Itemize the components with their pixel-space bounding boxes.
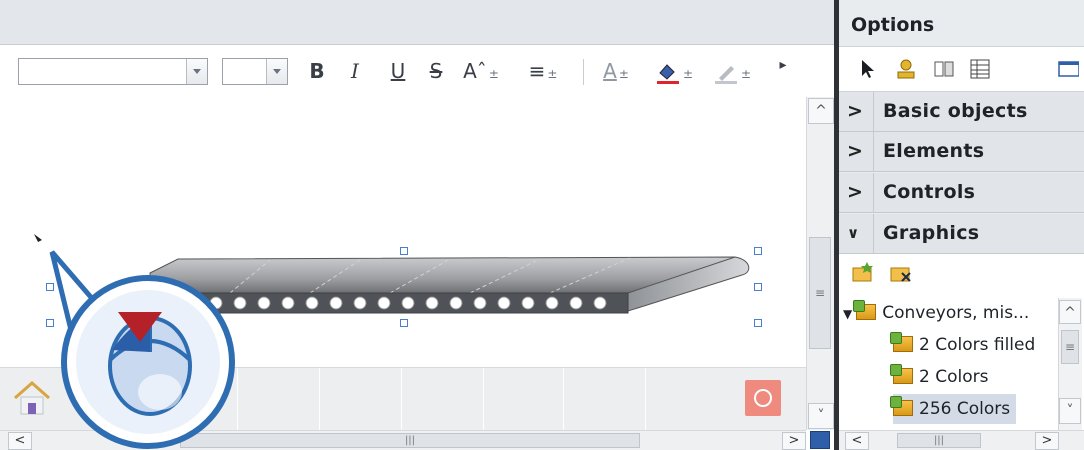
tree-item-label: 256 Colors [919,399,1011,419]
plus-minus-icon: ± [488,67,499,81]
text-color-icon: A [603,59,617,83]
editor-header-strip [0,0,836,45]
toolbar-divider [583,59,584,85]
options-toolbar [839,46,1084,92]
chevron-down-icon[interactable] [266,59,287,84]
folder-icon [890,396,913,416]
library-horizontal-scrollbar[interactable]: < ||| > [839,430,1084,450]
font-family-dropdown[interactable] [18,58,208,85]
tree-item-selected[interactable]: 256 Colors [890,394,1017,424]
toolbar-overflow-button[interactable]: ▸ [775,51,791,79]
pointer-icon[interactable] [857,58,879,80]
resize-handle-bottom[interactable] [400,319,408,327]
resize-handle-top[interactable] [400,247,408,255]
library-icon[interactable] [933,58,955,80]
options-title: Options [851,14,935,36]
screen-nav-bar [0,367,806,430]
section-controls[interactable]: > Controls [839,173,1084,213]
tree-item[interactable]: 2 Colors filled [890,330,1036,360]
scroll-left-button[interactable]: < [8,432,32,450]
chevron-down-icon: ∨ [847,224,860,242]
table-icon[interactable] [969,58,991,80]
section-label: Graphics [883,222,980,244]
folder-icon [853,300,877,320]
align-icon: ≡ [528,59,546,83]
format-toolbar: B I U S Aˆ ± ≡ ± A ± ± ± ▸ [0,45,836,97]
align-button[interactable]: ≡ ± [516,57,570,85]
caret-down-icon[interactable]: ▼ [843,307,852,321]
zoom-navigator-icon[interactable] [810,431,830,449]
section-elements[interactable]: > Elements [839,132,1084,172]
remove-folder-icon[interactable] [889,260,913,284]
section-label: Controls [883,181,976,203]
font-size-grow-button[interactable]: Aˆ ± [458,57,504,85]
tree-item-label: 2 Colors [919,367,989,387]
fill-color-button[interactable]: ± [648,57,700,85]
graphics-library: ▼ Conveyors, mis... 2 Colors filled 2 Col… [839,254,1084,430]
chevron-right-icon: > [847,100,863,122]
editor-area: B I U S Aˆ ± ≡ ± A ± ± ± ▸ ^ ≡ ˅ < ||| > [0,0,836,450]
plus-minus-icon: ± [547,67,558,81]
line-color-button[interactable]: ± [706,57,758,85]
font-size-dropdown[interactable] [222,58,288,85]
plus-minus-icon: ± [682,67,694,81]
plus-minus-icon: ± [618,67,629,81]
window-icon[interactable] [1057,58,1079,80]
font-size-grow-label: Aˆ [463,59,487,83]
nav-slot[interactable] [564,368,646,430]
chevron-right-icon: > [847,140,863,162]
resize-handle-right[interactable] [754,283,762,291]
resize-handle-bottom-left[interactable] [46,319,54,327]
italic-button[interactable]: I [344,57,366,85]
section-label: Elements [883,140,985,162]
power-icon[interactable] [745,380,781,416]
tree-folder-conveyors[interactable]: ▼ Conveyors, mis... [843,298,1029,328]
chevron-down-icon[interactable] [186,59,207,84]
section-basic-objects[interactable]: > Basic objects [839,92,1084,132]
scroll-thumb-vertical[interactable]: ≡ [809,237,831,349]
tree-item-label: 2 Colors filled [919,335,1036,355]
scroll-thumb-vertical[interactable]: ≡ [1061,330,1079,364]
tree-folder-label: Conveyors, mis... [882,303,1030,323]
scroll-thumb-horizontal[interactable]: ||| [897,433,981,448]
options-panel: Options > Basic objects > Elements > Con… [839,0,1084,450]
library-vertical-scrollbar[interactable]: ^ ≡ ˅ [1058,298,1082,430]
nav-slot[interactable] [158,368,238,430]
nav-slot[interactable] [402,368,484,430]
scroll-up-button[interactable]: ^ [1059,300,1081,324]
underline-button[interactable]: U [386,57,410,85]
resize-handle-left[interactable] [46,283,54,291]
folder-icon [890,364,913,384]
canvas-vertical-scrollbar[interactable]: ^ ≡ ˅ [806,97,834,430]
scroll-thumb-horizontal[interactable]: ||| [180,433,640,448]
resize-handle-top-right[interactable] [754,247,762,255]
nav-slot[interactable] [484,368,564,430]
chevron-right-icon: > [847,181,863,203]
plus-minus-icon: ± [740,67,752,81]
user-icon[interactable] [895,58,917,80]
section-label: Basic objects [883,100,1028,122]
home-icon[interactable] [12,378,52,418]
scroll-left-button[interactable]: < [845,432,869,450]
fill-bucket-icon [656,63,679,84]
strikethrough-button[interactable]: S [425,57,447,85]
section-graphics[interactable]: ∨ Graphics [839,214,1084,254]
tree-item[interactable]: 2 Colors [890,362,989,392]
canvas-horizontal-scrollbar[interactable]: < ||| > [0,430,806,450]
bold-button[interactable]: B [304,57,330,85]
scroll-right-button[interactable]: > [782,432,806,450]
scroll-down-button[interactable]: ˅ [1059,398,1081,424]
scroll-right-button[interactable]: > [1035,432,1059,450]
pen-icon [714,65,737,84]
nav-slot[interactable] [238,368,320,430]
scroll-down-button[interactable]: ˅ [808,403,834,429]
nav-slot[interactable] [320,368,402,430]
text-color-button[interactable]: A ± [592,57,640,85]
resize-handle-bottom-right[interactable] [754,319,762,327]
scroll-up-button[interactable]: ^ [808,98,834,124]
add-folder-icon[interactable] [851,260,875,284]
folder-icon [890,332,913,352]
